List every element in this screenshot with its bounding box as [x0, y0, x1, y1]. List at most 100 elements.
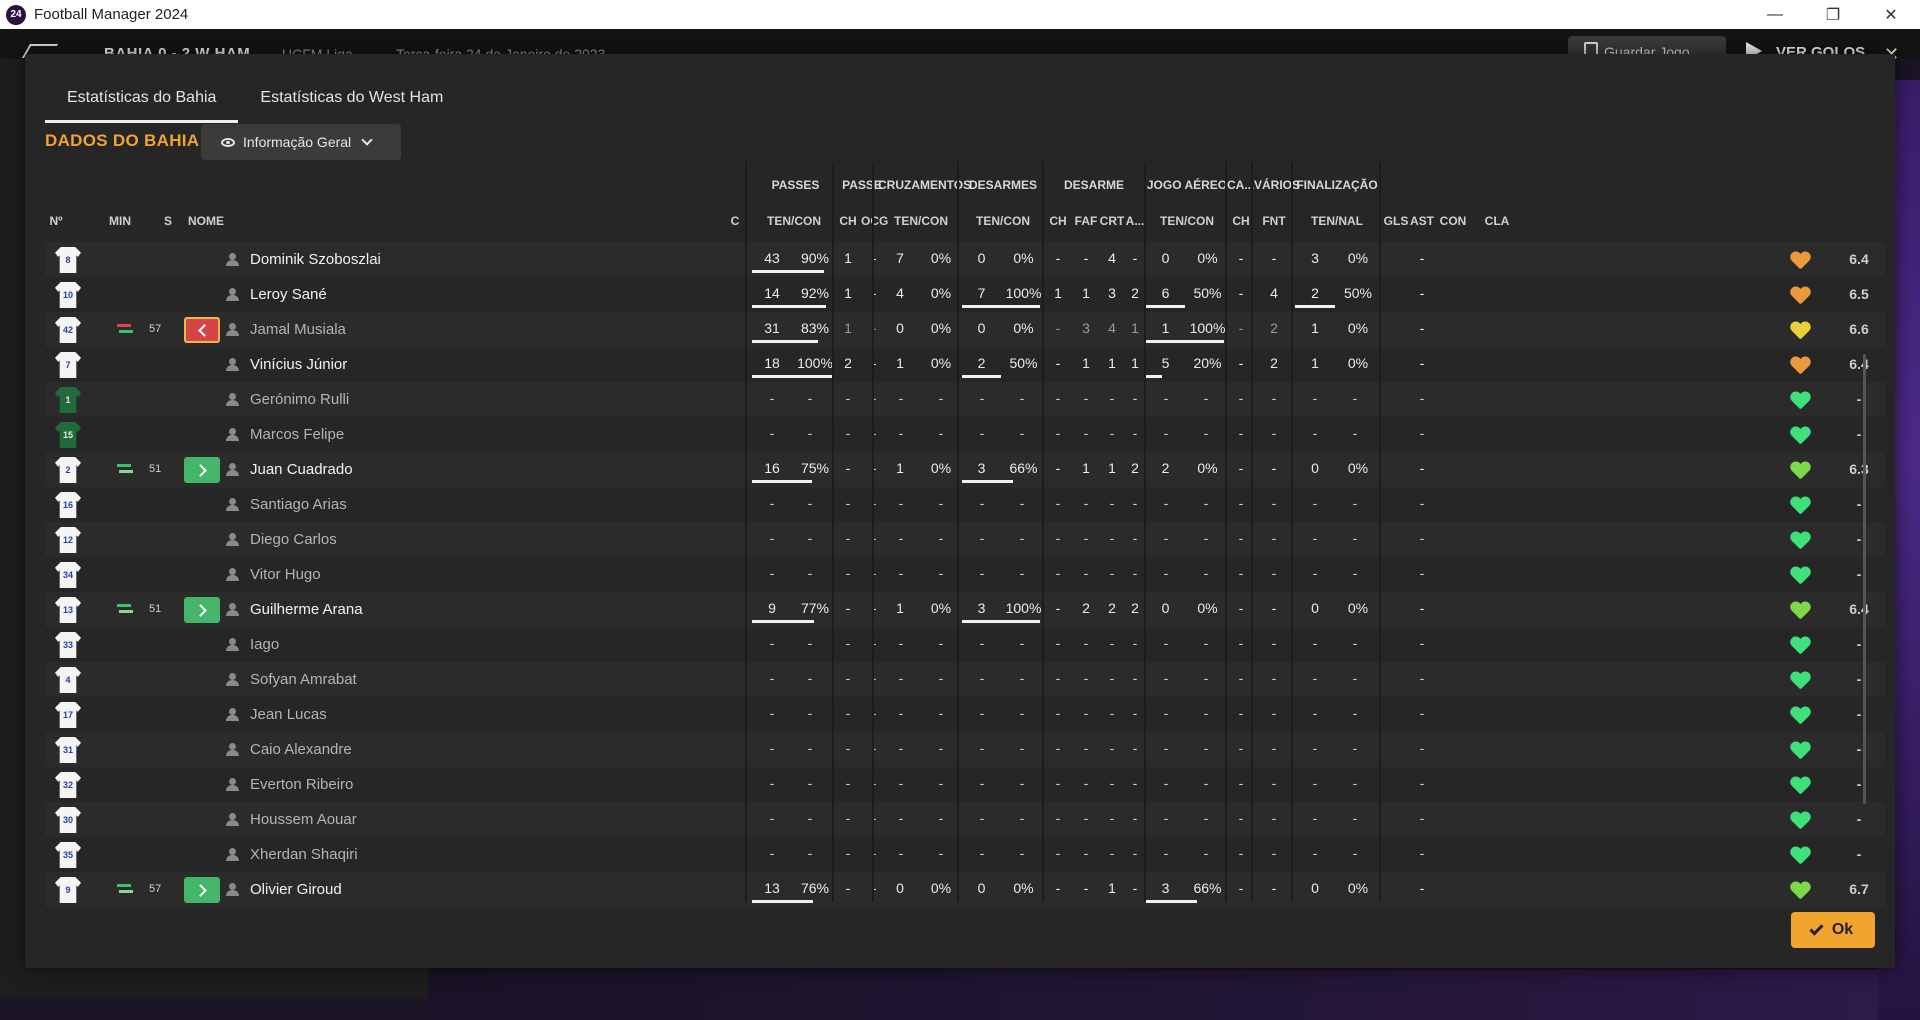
table-row[interactable]: 34Vitor Hugo-------------------- — [45, 557, 1885, 592]
column-header-cell[interactable]: CH — [837, 214, 859, 228]
player-profile-icon[interactable] — [226, 848, 239, 861]
player-profile-icon[interactable] — [226, 253, 239, 266]
column-header-cell[interactable]: CLA — [1477, 214, 1517, 228]
subbed-off-button[interactable] — [184, 317, 220, 343]
stat-cell: - — [1419, 530, 1425, 546]
player-name[interactable]: Vitor Hugo — [250, 566, 321, 583]
table-scrollbar[interactable] — [1863, 354, 1866, 804]
subbed-on-button[interactable] — [184, 597, 220, 623]
column-header-cell[interactable]: TEN/CON — [752, 214, 836, 228]
stat-cell: - — [1083, 845, 1089, 861]
player-profile-icon[interactable] — [226, 533, 239, 546]
player-name[interactable]: Diego Carlos — [250, 531, 337, 548]
stat-cell: - — [1271, 705, 1277, 721]
column-header-cell[interactable]: S — [155, 214, 181, 228]
player-profile-icon[interactable] — [226, 498, 239, 511]
table-row[interactable]: 15Marcos Felipe-------------------- — [45, 417, 1885, 452]
stat-cell: - — [898, 740, 904, 756]
stat-cell: - — [1419, 880, 1425, 896]
subbed-on-button[interactable] — [184, 457, 220, 483]
table-row[interactable]: 33Iago-------------------- — [45, 627, 1885, 662]
column-header-cell[interactable]: TEN/CON — [881, 214, 961, 228]
table-row[interactable]: 32Everton Ribeiro-------------------- — [45, 767, 1885, 802]
player-name[interactable]: Houssem Aouar — [250, 811, 357, 828]
table-row[interactable]: 957Olivier Giroud1376%--00%00%--1-366%--… — [45, 872, 1885, 907]
player-profile-icon[interactable] — [226, 743, 239, 756]
player-name[interactable]: Guilherme Arana — [250, 601, 363, 618]
tab-bahia-stats[interactable]: Estatísticas do Bahia — [45, 87, 239, 123]
column-header-cell[interactable]: FNT — [1254, 214, 1294, 228]
restore-icon[interactable]: ❐ — [1804, 0, 1862, 29]
column-header-cell[interactable]: C — [725, 214, 745, 228]
player-name[interactable]: Iago — [250, 636, 279, 653]
stat-cell: - — [769, 635, 775, 651]
player-name[interactable]: Xherdan Shaqiri — [250, 846, 358, 863]
table-row[interactable]: 17Jean Lucas-------------------- — [45, 697, 1885, 732]
table-row[interactable]: 30Houssem Aouar-------------------- — [45, 802, 1885, 837]
stat-cell: - — [807, 845, 813, 861]
player-name[interactable]: Leroy Sané — [250, 286, 327, 303]
table-row[interactable]: 31Caio Alexandre-------------------- — [45, 732, 1885, 767]
table-row[interactable]: 251Juan Cuadrado1675%--10%366%-11220%--0… — [45, 452, 1885, 487]
column-header-cell[interactable]: CH — [1045, 214, 1071, 228]
player-name[interactable]: Everton Ribeiro — [250, 776, 353, 793]
close-icon[interactable]: ✕ — [1862, 0, 1920, 29]
stat-cell: - — [1132, 495, 1138, 511]
player-name[interactable]: Jamal Musiala — [250, 321, 346, 338]
column-header-cell[interactable]: CRT — [1099, 214, 1125, 228]
player-profile-icon[interactable] — [226, 463, 239, 476]
table-row[interactable]: 10Leroy Sané1492%1-40%7100%1132650%-4250… — [45, 277, 1885, 312]
player-name[interactable]: Santiago Arias — [250, 496, 347, 513]
column-header-cell[interactable]: Nº — [45, 214, 67, 228]
player-name[interactable]: Marcos Felipe — [250, 426, 344, 443]
player-name[interactable]: Sofyan Amrabat — [250, 671, 357, 688]
table-row[interactable]: 4257Jamal Musiala3183%1-00%00%-3411100%-… — [45, 312, 1885, 347]
player-name[interactable]: Olivier Giroud — [250, 881, 342, 898]
player-profile-icon[interactable] — [226, 393, 239, 406]
player-profile-icon[interactable] — [226, 883, 239, 896]
view-select-dropdown[interactable]: Informação Geral — [201, 124, 401, 160]
minimize-icon[interactable]: — — [1746, 0, 1804, 29]
player-profile-icon[interactable] — [226, 288, 239, 301]
table-row[interactable]: 16Santiago Arias-------------------- — [45, 487, 1885, 522]
column-header-cell[interactable]: TEN/CON — [1146, 214, 1228, 228]
player-name[interactable]: Jean Lucas — [250, 706, 327, 723]
player-profile-icon[interactable] — [226, 428, 239, 441]
table-row[interactable]: 7Vinícius Júnior18100%2-10%250%-111520%-… — [45, 347, 1885, 382]
player-profile-icon[interactable] — [226, 813, 239, 826]
stat-cell: 0% — [930, 320, 952, 336]
substitution-icon — [117, 884, 133, 894]
table-row[interactable]: 1351Guilherme Arana977%--10%3100%-22200%… — [45, 592, 1885, 627]
column-header-cell[interactable]: A... — [1125, 214, 1145, 228]
player-name[interactable]: Gerónimo Rulli — [250, 391, 349, 408]
column-header-cell[interactable]: TEN/NAL — [1295, 214, 1379, 228]
person-body — [226, 295, 239, 301]
column-header-cell[interactable]: MIN — [100, 214, 140, 228]
player-profile-icon[interactable] — [226, 673, 239, 686]
player-profile-icon[interactable] — [226, 708, 239, 721]
table-row[interactable]: 35Xherdan Shaqiri-------------------- — [45, 837, 1885, 872]
player-name[interactable]: Vinícius Júnior — [250, 356, 347, 373]
table-body[interactable]: 8Dominik Szoboszlai4390%1-70%00%--4-00%-… — [45, 242, 1885, 910]
column-header-cell[interactable]: TEN/CON — [962, 214, 1044, 228]
player-profile-icon[interactable] — [226, 603, 239, 616]
column-header-cell[interactable]: FAF — [1073, 214, 1099, 228]
column-header-cell[interactable]: CON — [1433, 214, 1473, 228]
table-row[interactable]: 4Sofyan Amrabat-------------------- — [45, 662, 1885, 697]
ok-button[interactable]: Ok — [1791, 912, 1875, 948]
player-name[interactable]: Dominik Szoboszlai — [250, 251, 381, 268]
table-row[interactable]: 1Gerónimo Rulli-------------------- — [45, 382, 1885, 417]
player-profile-icon[interactable] — [226, 323, 239, 336]
subbed-on-button[interactable] — [184, 877, 220, 903]
table-row[interactable]: 8Dominik Szoboszlai4390%1-70%00%--4-00%-… — [45, 242, 1885, 277]
column-header-cell[interactable]: NOME — [188, 214, 248, 228]
player-profile-icon[interactable] — [226, 638, 239, 651]
table-row[interactable]: 12Diego Carlos-------------------- — [45, 522, 1885, 557]
tab-west-ham-stats[interactable]: Estatísticas do West Ham — [238, 87, 465, 123]
player-name[interactable]: Juan Cuadrado — [250, 461, 353, 478]
condition-heart-icon — [1790, 742, 1810, 760]
player-profile-icon[interactable] — [226, 778, 239, 791]
player-profile-icon[interactable] — [226, 358, 239, 371]
player-profile-icon[interactable] — [226, 568, 239, 581]
player-name[interactable]: Caio Alexandre — [250, 741, 352, 758]
